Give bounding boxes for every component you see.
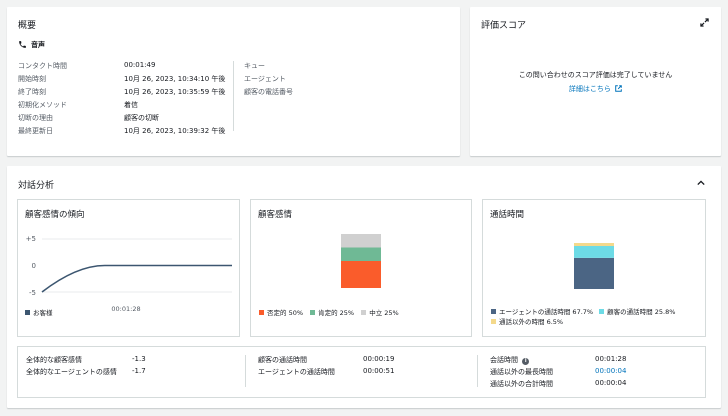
legend-swatch-neutral [361,310,367,315]
summary-divider [233,61,234,131]
info-icon[interactable]: i [522,358,530,365]
talk-time-chart [574,243,614,289]
contact-duration-value: 00:01:49 [124,61,156,69]
bar-segment-negative [341,261,381,288]
channel-label: 音声 [31,41,45,49]
legend-positive: 肯定的 25% [318,309,355,317]
sentiment-trend-chart: +5 0 -5 00:01:28 [26,235,232,313]
agent-label: エージェント [244,75,286,83]
summary-title: 概要 [18,21,37,31]
talk-time-title: 通話時間 [490,210,525,220]
legend-swatch-customer [25,310,30,315]
collapse-icon[interactable] [697,180,705,188]
customer-sentiment-chart [341,234,381,288]
init-method-label: 初期化メソッド [18,101,67,109]
agent-talk-time-label: エージェントの通話時間 [258,368,335,376]
customer-sentiment-line [41,264,232,293]
score-title: 評価スコア [481,21,527,31]
customer-sentiment-title: 顧客感情 [258,210,293,220]
longest-nontalk-label: 通話以外の最長時間 [490,368,553,376]
analysis-panel: 対話分析 顧客感情の傾向 +5 0 -5 00:01:28 お客様 顧客感情 否… [7,166,721,408]
stats-divider-2 [477,355,478,387]
y-tick-plus5: +5 [26,235,36,243]
bar-segment-customer [574,245,614,258]
disconnect-reason-label: 切断の理由 [18,114,53,122]
legend-swatch-nontalk [491,319,496,324]
score-panel: 評価スコア この問い合わせのスコア評価は完了していません 詳細はこちら [470,7,721,156]
conversation-time-value: 00:01:28 [595,355,627,363]
legend-customer: お客様 [33,309,53,317]
bar-segment-nontalk [574,243,614,246]
legend-neutral: 中立 25% [369,309,399,317]
summary-left-list: コンタクト時間 00:01:49 開始時刻 10月 26, 2023, 10:3… [18,61,238,141]
stats-col-talk: 顧客の通話時間 00:00:19 エージェントの通話時間 00:00:51 [258,355,458,385]
customer-talk-time-value: 00:00:19 [363,355,395,363]
total-nontalk-value: 00:00:04 [595,379,627,387]
start-time-value: 10月 26, 2023, 10:34:10 午後 [124,75,226,83]
overall-agent-sentiment-value: -1.7 [132,367,146,375]
talk-legend: エージェントの通話時間 67.7% 顧客の通話時間 25.8% 通話以外の時間 … [491,307,675,327]
score-link-row[interactable]: 詳細はこちら [470,84,721,94]
disconnect-reason-value: 顧客の切断 [124,114,159,122]
overall-customer-sentiment-label: 全体的な顧客感情 [26,356,82,364]
y-tick-minus5: -5 [29,289,36,297]
stats-divider-1 [245,355,246,387]
score-message: この問い合わせのスコア評価は完了していません [518,71,673,79]
external-link-icon [615,85,622,94]
customer-talk-time-label: 顧客の通話時間 [258,356,307,364]
phone-icon [18,40,27,51]
legend-customer-talk: 顧客の通話時間 25.8% [607,308,676,316]
analysis-title: 対話分析 [18,181,55,191]
sentiment-trend-card: 顧客感情の傾向 +5 0 -5 00:01:28 お客様 [17,199,240,337]
end-time-label: 終了時刻 [18,88,46,96]
last-updated-value: 10月 26, 2023, 10:39:32 午後 [124,127,226,135]
overall-customer-sentiment-value: -1.3 [132,355,146,363]
legend-nontalk: 通話以外の時間 6.5% [499,318,564,326]
agent-talk-time-value: 00:00:51 [363,367,395,375]
talk-time-card: 通話時間 エージェントの通話時間 67.7% 顧客の通話時間 25.8% 通話以… [482,199,706,337]
total-nontalk-label: 通話以外の合計時間 [490,380,553,388]
legend-agent: エージェントの通話時間 67.7% [499,308,594,316]
init-method-value: 着信 [124,101,138,109]
legend-swatch-customer-talk [599,309,605,314]
details-link[interactable]: 詳細はこちら [569,85,611,93]
bar-segment-positive [341,247,381,261]
legend-swatch-positive [310,310,316,315]
legend-swatch-agent [491,309,496,314]
legend-swatch-negative [259,310,264,315]
longest-nontalk-value[interactable]: 00:00:04 [595,367,626,375]
legend-negative: 否定的 50% [267,309,304,317]
bar-segment-neutral [341,234,381,248]
stats-summary-card: 全体的な顧客感情 -1.3 全体的なエージェントの感情 -1.7 顧客の通話時間… [17,346,706,398]
summary-right-list: キュー エージェント 顧客の電話番号 [244,61,394,101]
conversation-time-label: 会話時間 [490,356,518,364]
summary-panel: 概要 音声 コンタクト時間 00:01:49 開始時刻 10月 26, 2023… [7,7,460,156]
overall-agent-sentiment-label: 全体的なエージェントの感情 [26,368,117,376]
end-time-value: 10月 26, 2023, 10:35:59 午後 [124,88,226,96]
customer-phone-label: 顧客の電話番号 [244,88,293,96]
stats-col-conversation: 会話時間 i 00:01:28 通話以外の最長時間 00:00:04 通話以外の… [490,355,700,395]
last-updated-label: 最終更新日 [18,127,53,135]
customer-sentiment-card: 顧客感情 否定的 50% 肯定的 25% 中立 25% [250,199,472,337]
queue-label: キュー [244,62,265,70]
expand-icon[interactable] [700,18,709,29]
sentiment-legend: 否定的 50% 肯定的 25% 中立 25% [259,307,399,317]
x-tick-label: 00:01:28 [111,305,140,313]
channel-row: 音声 [18,40,45,51]
y-tick-zero: 0 [32,262,36,270]
stats-col-sentiment: 全体的な顧客感情 -1.3 全体的なエージェントの感情 -1.7 [26,355,226,385]
sentiment-trend-title: 顧客感情の傾向 [25,210,85,220]
start-time-label: 開始時刻 [18,75,46,83]
trend-legend: お客様 [25,307,53,317]
bar-segment-agent [574,257,614,289]
contact-duration-label: コンタクト時間 [18,62,67,70]
